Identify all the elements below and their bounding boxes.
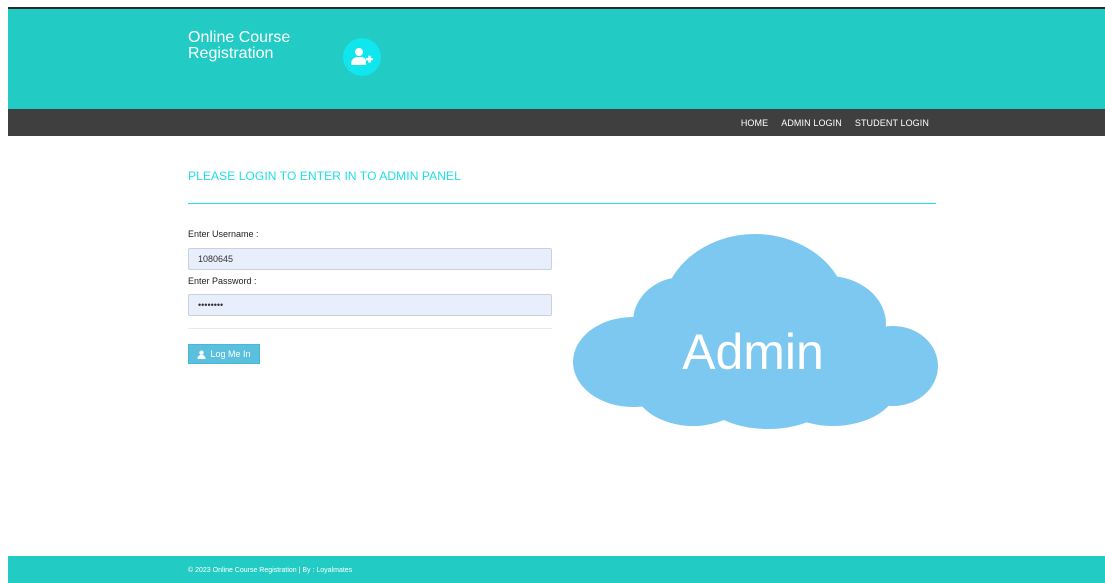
password-input[interactable] [188,294,552,316]
site-header: Online Course Registration [8,9,1105,109]
username-input[interactable] [188,248,552,270]
form-divider [188,328,552,329]
nav-home-link[interactable]: HOME [741,118,768,128]
login-form: Enter Username : Enter Password : Log Me… [188,229,552,364]
nav-links: HOME ADMIN LOGIN STUDENT LOGIN [728,109,929,136]
brand-line-1: Online Course [188,29,291,46]
username-label: Enter Username : [188,229,259,239]
nav-admin-login-link[interactable]: ADMIN LOGIN [781,118,842,128]
site-brand[interactable]: Online Course Registration [188,30,290,62]
admin-cloud-illustration: Admin [573,234,938,429]
page-title: PLEASE LOGIN TO ENTER IN TO ADMIN PANEL [188,169,461,183]
main-navbar: HOME ADMIN LOGIN STUDENT LOGIN [8,109,1105,136]
footer-copyright: © 2023 Online Course Registration | By :… [188,567,353,574]
user-icon [197,350,207,359]
site-footer: © 2023 Online Course Registration | By :… [8,556,1105,583]
password-label: Enter Password : [188,276,257,286]
user-plus-icon [343,38,381,76]
login-button-label: Log Me In [210,349,251,359]
cloud-admin-text: Admin [682,324,824,380]
brand-line-2: Registration [188,45,274,62]
login-button[interactable]: Log Me In [188,344,260,364]
main-content: PLEASE LOGIN TO ENTER IN TO ADMIN PANEL … [188,136,936,364]
nav-student-login-link[interactable]: STUDENT LOGIN [855,118,929,128]
title-divider [188,203,936,204]
page: Online Course Registration HOME ADMIN LO… [8,7,1105,583]
